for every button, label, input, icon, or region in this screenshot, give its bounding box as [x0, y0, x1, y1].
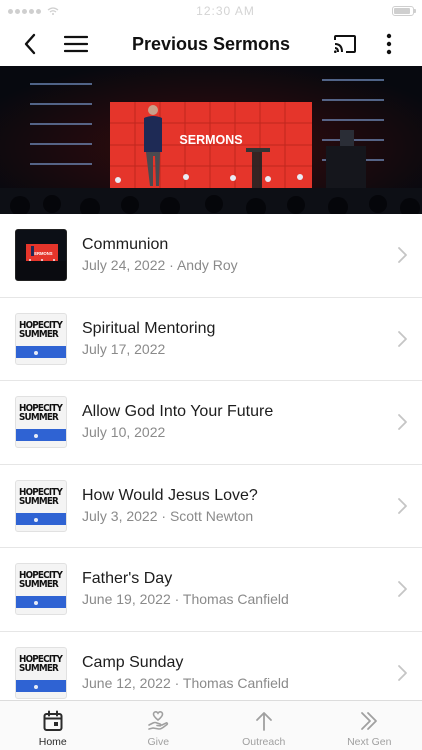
chevron-right-icon [398, 497, 407, 514]
sermon-date-speaker: June 12, 2022 · Thomas Canfield [82, 674, 289, 691]
arrow-up-icon [255, 712, 272, 731]
status-time: 12:30 AM [196, 4, 255, 18]
cell-signal-icon [8, 7, 59, 15]
tab-label: Outreach [242, 736, 286, 748]
sermon-title: Father's Day [82, 570, 173, 588]
sermon-date-speaker: July 24, 2022 · Andy Roy [82, 257, 238, 274]
hopecity-summer-logo-text: HOPECITY SUMMER [19, 403, 63, 424]
sermon-thumbnail-hopecity-summer: HOPECITY SUMMER [15, 563, 67, 616]
double-chevron-right-icon [361, 712, 378, 730]
chevron-right-icon [398, 414, 407, 431]
sermon-title: Spiritual Mentoring [82, 319, 216, 337]
chevron-right-icon [398, 581, 407, 598]
sermon-thumbnail-hopecity-summer: HOPECITY SUMMER [15, 396, 67, 449]
wave-dot [34, 517, 38, 522]
hero-banner-text: SERMONS [179, 133, 242, 147]
hopecity-summer-logo-text: HOPECITY SUMMER [19, 653, 63, 674]
more-options-button[interactable] [369, 22, 409, 66]
back-button[interactable] [10, 22, 50, 66]
calendar-icon [43, 710, 63, 731]
wave-graphic [16, 345, 66, 358]
sermon-thumbnail-hopecity-summer: HOPECITY SUMMER [15, 312, 67, 365]
sermon-row[interactable]: HOPECITY SUMMER Father's Day June 19, 2022 … [0, 548, 422, 632]
cast-button[interactable] [325, 22, 365, 66]
wifi-icon [47, 7, 59, 15]
app-header: Previous Sermons [0, 22, 422, 66]
tab-label: Home [38, 736, 67, 748]
wave-graphic [16, 429, 66, 442]
chevron-right-icon [398, 664, 407, 681]
sermon-text: Father's Day June 19, 2022 · Thomas Canfi… [82, 569, 422, 609]
chevron-right-icon [398, 247, 407, 264]
sermon-thumbnail-hopecity-summer: HOPECITY SUMMER [15, 646, 67, 699]
chevron-left-icon [24, 33, 36, 55]
wave-dot [34, 350, 38, 355]
sermon-date-speaker: July 10, 2022 [82, 424, 166, 441]
sermon-row[interactable]: HOPECITY SUMMER Allow God Into Your Future… [0, 381, 422, 465]
battery-icon [391, 6, 416, 16]
more-vertical-icon [386, 33, 392, 55]
sermon-text: Camp Sunday June 12, 2022 · Thomas Canfie… [82, 653, 422, 693]
sermon-text: Spiritual Mentoring July 17, 2022 [82, 319, 422, 359]
sermon-date-speaker: July 3, 2022 · Scott Newton [82, 507, 254, 524]
sermon-thumbnail-hopecity-summer: HOPECITY SUMMER [15, 479, 67, 532]
hopecity-summer-logo-text: HOPECITY SUMMER [19, 570, 63, 591]
wave-graphic [16, 596, 66, 609]
sermon-row[interactable]: HOPECITY SUMMER Camp Sunday June 12, 2022 ·… [0, 632, 422, 701]
tab-label: Next Gen [347, 736, 392, 748]
battery-level [393, 8, 411, 14]
sermon-date-speaker: June 19, 2022 · Thomas Canfield [82, 591, 289, 608]
tab-give[interactable]: Give [106, 701, 212, 750]
giving-hand-heart-icon [148, 710, 169, 730]
hopecity-summer-logo-text: HOPECITY SUMMER [19, 319, 63, 340]
thumbnail-banner-text: SERMONS [31, 251, 52, 256]
hamburger-menu-icon [64, 35, 88, 53]
bottom-tab-bar: Home Give Outreach Next Gen [0, 700, 422, 750]
chevron-right-icon [398, 330, 407, 347]
sermon-text: Communion July 24, 2022 · Andy Roy [82, 235, 422, 275]
menu-button[interactable] [56, 22, 96, 66]
status-bar: 12:30 AM [0, 0, 422, 22]
tab-home[interactable]: Home [0, 701, 106, 750]
wave-graphic [16, 512, 66, 525]
sermon-title: Allow God Into Your Future [82, 403, 274, 421]
tab-label: Give [147, 736, 170, 748]
sermon-row[interactable]: HOPECITY SUMMER How Would Jesus Love? July … [0, 465, 422, 548]
sermon-text: How Would Jesus Love? July 3, 2022 · Scot… [82, 486, 422, 526]
sermon-date-speaker: July 17, 2022 [82, 340, 166, 357]
sermon-title: Camp Sunday [82, 653, 184, 671]
wave-graphic [16, 679, 66, 692]
sermon-list: SERMONS Communion July 24, 2022 · Andy Roy… [0, 214, 422, 700]
sermon-title: How Would Jesus Love? [82, 486, 258, 504]
sermon-row[interactable]: SERMONS Communion July 24, 2022 · Andy Roy [0, 214, 422, 298]
sermon-text: Allow God Into Your Future July 10, 2022 [82, 402, 422, 442]
cast-icon [334, 35, 356, 53]
sermon-row[interactable]: HOPECITY SUMMER Spiritual Mentoring July 17… [0, 298, 422, 381]
sermon-thumbnail-communion: SERMONS [15, 229, 67, 282]
sermon-title: Communion [82, 236, 169, 254]
hero-image: SERMONS [0, 66, 422, 214]
tab-next-gen[interactable]: Next Gen [317, 701, 422, 750]
tab-outreach[interactable]: Outreach [211, 701, 317, 750]
hopecity-summer-logo-text: HOPECITY SUMMER [19, 486, 63, 507]
wave-dot [34, 684, 38, 689]
